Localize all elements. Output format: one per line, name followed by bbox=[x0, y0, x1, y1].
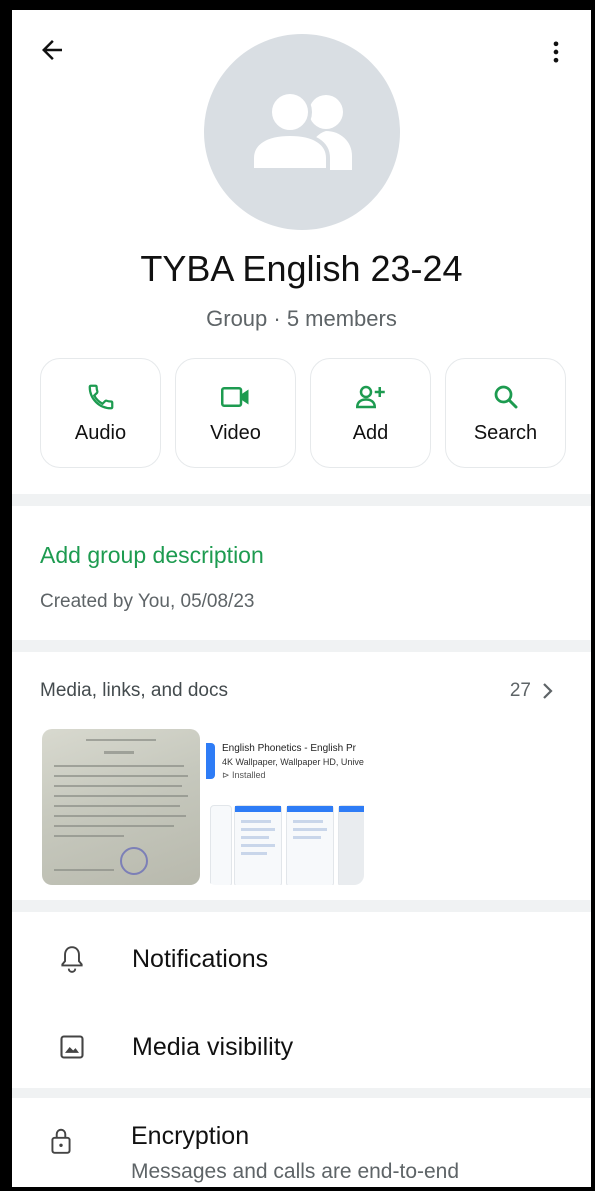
add-label: Add bbox=[352, 421, 389, 444]
media-visibility-label: Media visibility bbox=[132, 1032, 294, 1061]
divider bbox=[12, 900, 591, 912]
media-links-docs-header[interactable]: Media, links, and docs bbox=[40, 680, 228, 702]
bell-icon bbox=[61, 946, 83, 973]
add-person-icon bbox=[355, 385, 385, 408]
created-by-text: Created by You, 05/08/23 bbox=[40, 591, 255, 612]
group-member-count: Group · 5 members bbox=[206, 306, 397, 331]
media-count-value: 27 bbox=[509, 680, 531, 701]
search-button[interactable]: Search bbox=[445, 358, 566, 468]
divider bbox=[12, 494, 591, 506]
divider bbox=[12, 640, 591, 652]
app-screenshot-preview bbox=[210, 805, 232, 885]
group-icon bbox=[250, 90, 352, 172]
media-thumbnail-notice[interactable] bbox=[42, 729, 200, 885]
add-member-button[interactable]: Add bbox=[310, 358, 431, 468]
encryption-label: Encryption bbox=[131, 1122, 250, 1150]
search-icon bbox=[494, 385, 517, 408]
divider bbox=[12, 1088, 591, 1098]
media-thumbnail-app-screenshot[interactable]: English Phonetics - English Pr 4K Wallpa… bbox=[206, 729, 364, 885]
more-vertical-icon bbox=[553, 41, 559, 63]
quick-actions: Audio Video Add Search bbox=[40, 358, 566, 468]
audio-label: Audio bbox=[74, 421, 127, 444]
app-screenshot-preview bbox=[234, 805, 282, 885]
lock-icon bbox=[51, 1128, 71, 1154]
app-color-tab bbox=[206, 743, 215, 779]
video-call-button[interactable]: Video bbox=[175, 358, 296, 468]
search-label: Search bbox=[473, 421, 538, 444]
video-label: Video bbox=[210, 421, 261, 444]
stamp-icon bbox=[120, 847, 148, 875]
notifications-row[interactable]: Notifications bbox=[12, 934, 591, 984]
back-button[interactable] bbox=[28, 30, 76, 70]
app-screenshot-preview bbox=[338, 805, 364, 885]
add-group-description-link[interactable]: Add group description bbox=[40, 542, 264, 569]
group-avatar[interactable] bbox=[204, 34, 400, 230]
app-screenshot-preview bbox=[286, 805, 334, 885]
group-info-screen: TYBA English 23-24 Group · 5 members Aud… bbox=[12, 10, 591, 1187]
video-icon bbox=[220, 386, 248, 407]
thumb-app-title: English Phonetics - English Pr bbox=[222, 743, 356, 754]
media-visibility-row[interactable]: Media visibility bbox=[12, 1022, 591, 1072]
more-options-button[interactable] bbox=[536, 32, 576, 72]
group-name[interactable]: TYBA English 23-24 bbox=[12, 248, 591, 290]
phone-icon bbox=[88, 384, 113, 409]
audio-call-button[interactable]: Audio bbox=[40, 358, 161, 468]
encryption-description: Messages and calls are end-to-end bbox=[131, 1160, 460, 1183]
image-icon bbox=[60, 1035, 84, 1059]
notifications-label: Notifications bbox=[132, 944, 269, 973]
thumb-app-status: ⊳ Installed bbox=[222, 770, 266, 780]
media-count[interactable]: 27 bbox=[510, 680, 555, 702]
back-arrow-icon bbox=[42, 40, 62, 60]
chevron-right-icon bbox=[543, 683, 553, 699]
thumb-app-subtitle: 4K Wallpaper, Wallpaper HD, Universe ... bbox=[222, 757, 364, 767]
